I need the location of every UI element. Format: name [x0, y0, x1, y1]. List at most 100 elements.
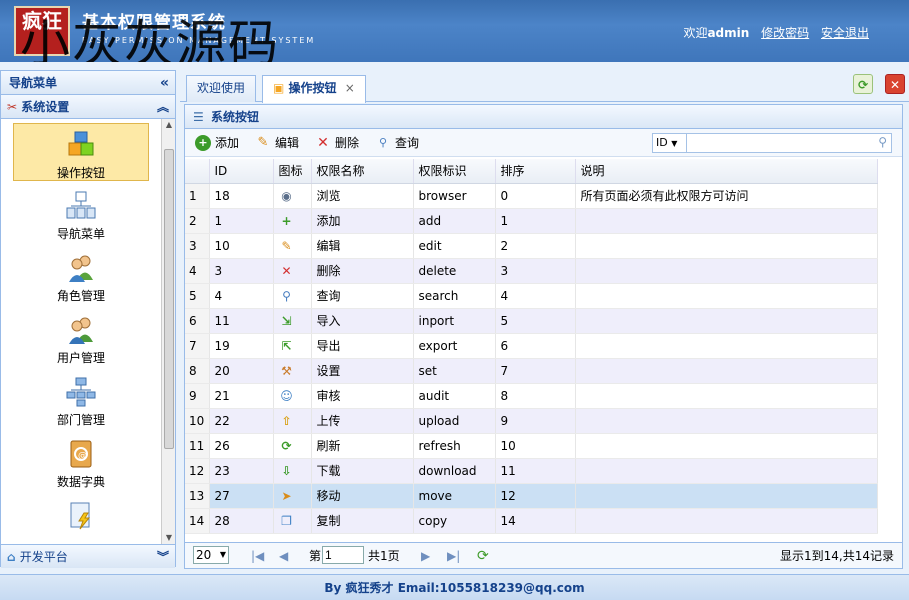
chevron-up-icon[interactable]: ︽ [157, 95, 169, 119]
table-row[interactable]: 10 22 ⇧ 上传 upload 9 [185, 408, 878, 434]
sidebar-item-departments[interactable]: 部门管理 [13, 371, 149, 429]
change-password-link[interactable]: 修改密码 [761, 26, 809, 40]
table-row[interactable]: 13 27 ➤ 移动 move 12 [185, 483, 878, 509]
list-icon: ☰ [193, 110, 204, 124]
row-number: 12 [185, 458, 210, 484]
cell-key: export [413, 333, 496, 359]
cell-icon: ⚒ [273, 358, 312, 384]
query-button[interactable]: ⚲ 查询 [375, 133, 419, 153]
scroll-up-icon[interactable]: ▲ [164, 119, 174, 131]
table-row[interactable]: 2 1 + 添加 add 1 [185, 208, 878, 234]
next-page-icon[interactable]: ▶ [421, 547, 430, 565]
last-page-icon[interactable]: ▶| [447, 547, 460, 565]
table-row[interactable]: 7 19 ⇱ 导出 export 6 [185, 333, 878, 359]
svg-text:@: @ [78, 451, 87, 461]
column-header-sort[interactable]: 排序 [495, 159, 576, 184]
refresh-icon[interactable]: ⟳ [853, 74, 874, 94]
sidebar-item-label: 数据字典 [56, 475, 105, 489]
cell-icon: ⟳ [273, 433, 312, 459]
sidebar-item-dictionary[interactable]: @ 数据字典 [13, 433, 149, 491]
scrollbar-thumb[interactable] [164, 149, 174, 449]
accordion-header-system-settings[interactable]: ✂ 系统设置 ︽ [1, 95, 175, 119]
add-button[interactable]: + 添加 [195, 133, 239, 153]
cell-icon: ➤ [273, 483, 312, 509]
column-header-name[interactable]: 权限名称 [311, 159, 414, 184]
export-icon: ⇱ [281, 338, 292, 353]
cell-name: 导出 [311, 333, 414, 359]
search-field-select[interactable]: ID ▼ [653, 134, 687, 152]
cell-desc [575, 358, 878, 384]
accordion-header-dev-platform[interactable]: ⌂ 开发平台 ︾ [1, 544, 175, 568]
cell-id: 21 [209, 383, 274, 409]
cell-key: set [413, 358, 496, 384]
delete-label: 删除 [335, 136, 360, 150]
table-row[interactable]: 11 26 ⟳ 刷新 refresh 10 [185, 433, 878, 459]
row-number: 5 [185, 283, 210, 309]
page-prefix: 第 [309, 549, 322, 563]
query-label: 查询 [395, 136, 420, 150]
table-row[interactable]: 14 28 ❐ 复制 copy 14 [185, 508, 878, 534]
refresh-icon[interactable]: ⟳ [477, 547, 489, 565]
edit-button[interactable]: ✎ 编辑 [255, 133, 299, 153]
table-row[interactable]: 6 11 ⇲ 导入 inport 5 [185, 308, 878, 334]
cell-name: 查询 [311, 283, 414, 309]
table-row[interactable]: 4 3 ✕ 删除 delete 3 [185, 258, 878, 284]
chevron-down-icon[interactable]: ︾ [157, 545, 169, 569]
boxes-icon [68, 131, 94, 156]
cell-key: move [413, 483, 496, 509]
prev-page-icon[interactable]: ◀ [279, 547, 288, 565]
tools-icon: ✂ [7, 100, 18, 114]
table-row[interactable]: 1 18 ◉ 浏览 browser 0 所有页面必须有此权限方可访问 [185, 183, 878, 209]
double-chevron-left-icon[interactable]: « [160, 71, 169, 95]
cell-key: upload [413, 408, 496, 434]
row-number: 2 [185, 208, 210, 234]
row-number: 7 [185, 333, 210, 359]
sidebar-item-more[interactable] [13, 495, 149, 544]
search-icon[interactable]: ⚲ [878, 135, 887, 149]
cell-icon: ✎ [273, 233, 312, 259]
column-header-icon[interactable]: 图标 [273, 159, 312, 184]
grid-header-row: ID 图标 权限名称 权限标识 排序 说明 [185, 159, 878, 184]
table-row[interactable]: 9 21 ☺ 审核 audit 8 [185, 383, 878, 409]
cell-desc [575, 483, 878, 509]
cell-desc [575, 408, 878, 434]
table-row[interactable]: 8 20 ⚒ 设置 set 7 [185, 358, 878, 384]
scroll-down-icon[interactable]: ▼ [164, 532, 174, 544]
content-panel: ☰ 系统按钮 + 添加 ✎ 编辑 ✕ 删除 ⚲ 查询 ID ▼ ⚲ ID 图标 … [184, 104, 903, 569]
cell-key: add [413, 208, 496, 234]
sidebar-item-label: 导航菜单 [56, 227, 105, 241]
dropdown-arrow-icon: ▼ [671, 139, 678, 148]
sidebar-item-roles[interactable]: 角色管理 [13, 247, 149, 305]
cell-icon: ☺ [273, 383, 312, 409]
sidebar-item-buttons[interactable]: 操作按钮 [13, 123, 149, 181]
sidebar-scrollbar[interactable]: ▲ ▼ [161, 119, 175, 544]
column-header-desc[interactable]: 说明 [575, 159, 878, 184]
search-input[interactable] [689, 135, 869, 151]
sidebar-item-users[interactable]: 用户管理 [13, 309, 149, 367]
sidebar-item-nav-menu[interactable]: 导航菜单 [13, 185, 149, 243]
cell-sort: 0 [495, 183, 576, 209]
tab-welcome[interactable]: 欢迎使用 [186, 75, 257, 102]
grid-toolbar: + 添加 ✎ 编辑 ✕ 删除 ⚲ 查询 ID ▼ ⚲ [185, 129, 902, 157]
delete-button[interactable]: ✕ 删除 [315, 133, 359, 153]
cell-icon: ◉ [273, 183, 312, 209]
user-group-icon [69, 317, 93, 344]
page-size-select[interactable]: 20 ▼ [193, 546, 229, 564]
table-row[interactable]: 3 10 ✎ 编辑 edit 2 [185, 233, 878, 259]
tab-buttons[interactable]: ▣ 操作按钮 × [262, 75, 366, 103]
column-header-key[interactable]: 权限标识 [413, 159, 496, 184]
first-page-icon[interactable]: |◀ [251, 547, 264, 565]
cell-sort: 8 [495, 383, 576, 409]
page-number-input[interactable] [322, 546, 364, 564]
table-row[interactable]: 5 4 ⚲ 查询 search 4 [185, 283, 878, 309]
cell-key: delete [413, 258, 496, 284]
table-row[interactable]: 12 23 ⇩ 下载 download 11 [185, 458, 878, 484]
column-header-id[interactable]: ID [209, 159, 274, 184]
sidebar: 导航菜单 « ✂ 系统设置 ︽ 操作按钮 导航菜单 角色管理 用户管理 部门管理… [0, 70, 176, 568]
sidebar-item-label: 操作按钮 [56, 166, 105, 180]
data-grid: ID 图标 权限名称 权限标识 排序 说明 1 18 ◉ 浏览 browser 0 所有页面… [185, 159, 902, 535]
close-icon[interactable]: × [345, 81, 355, 95]
cell-name: 添加 [311, 208, 414, 234]
logout-link[interactable]: 安全退出 [821, 26, 869, 40]
close-all-icon[interactable]: ✕ [885, 74, 905, 94]
